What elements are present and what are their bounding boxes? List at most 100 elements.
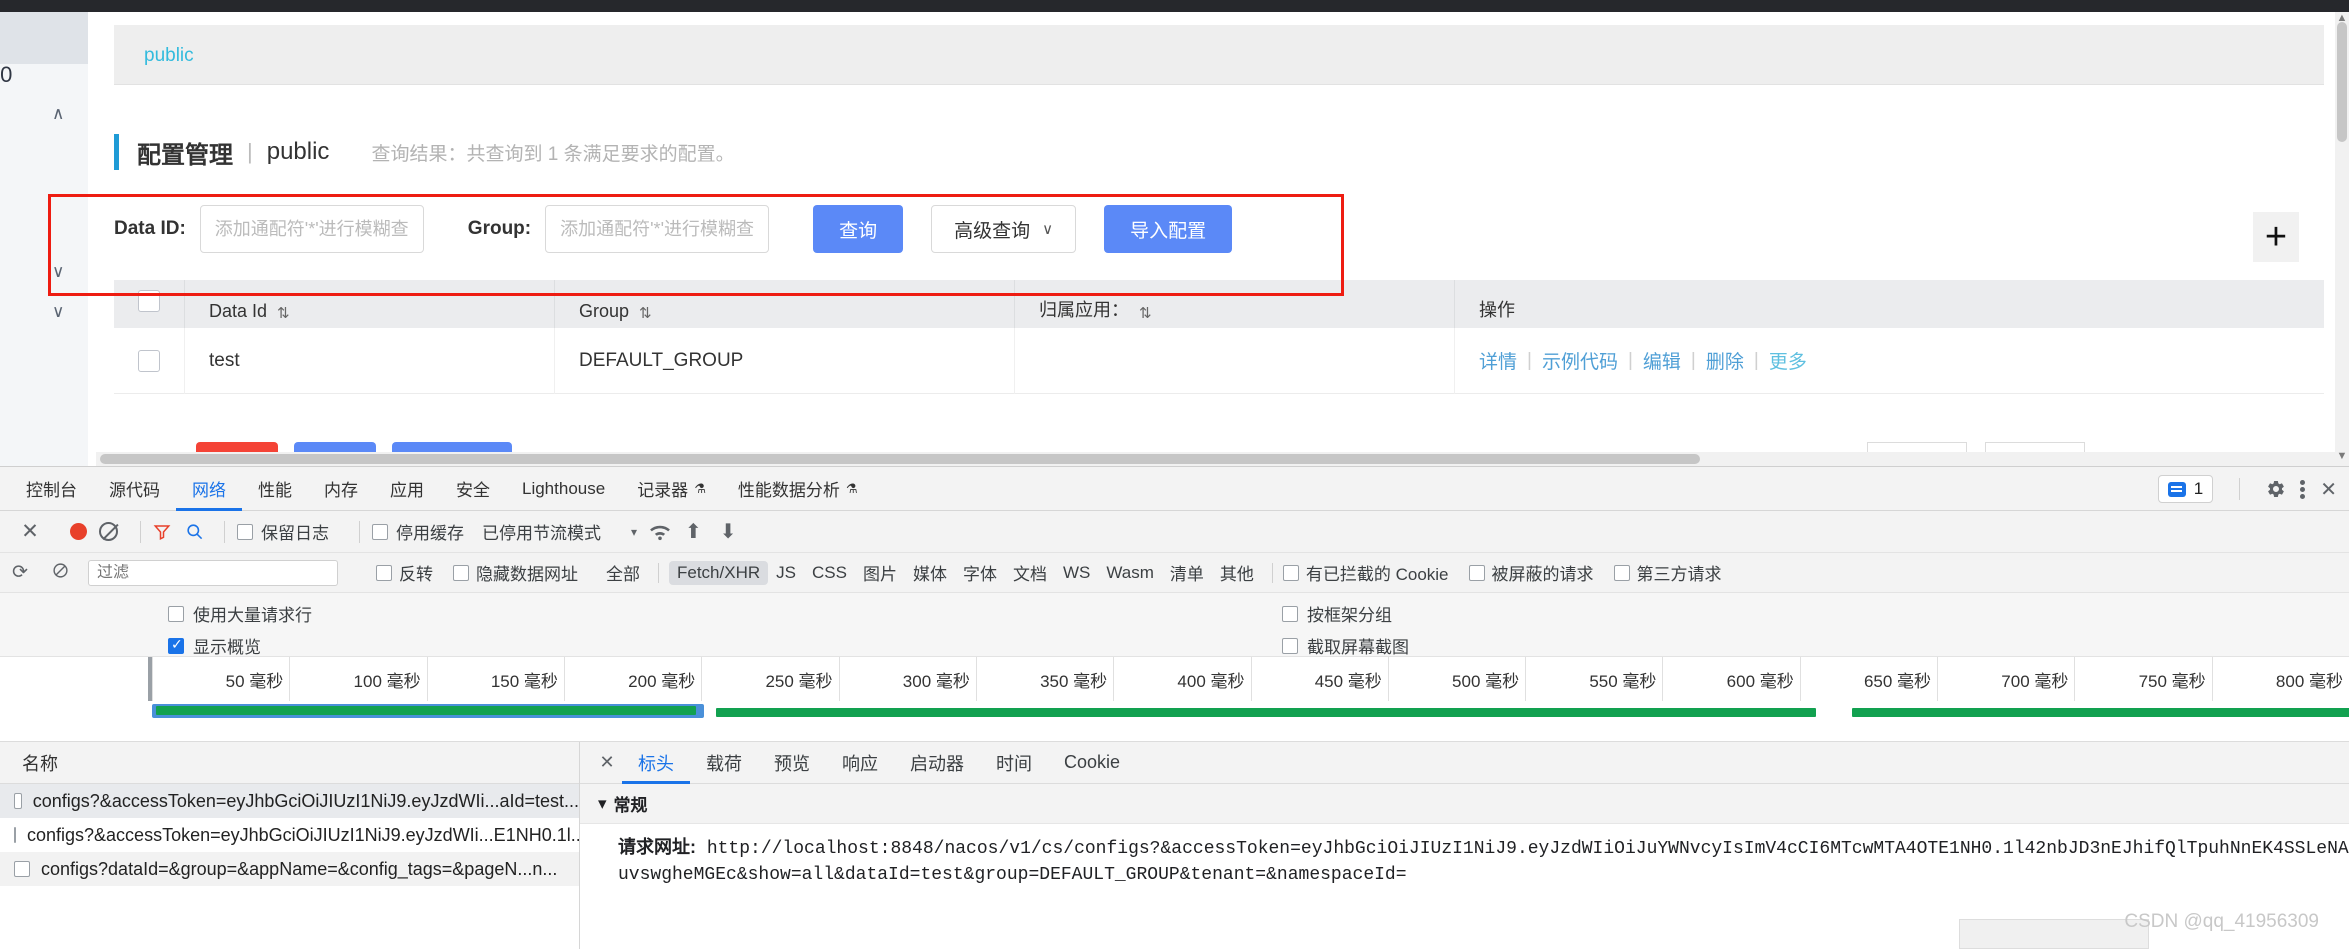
- reload-icon[interactable]: ⟳: [0, 561, 40, 584]
- throttling-select[interactable]: 已停用节流模式: [482, 519, 601, 544]
- chevron-down-icon-throttle[interactable]: ▾: [631, 525, 637, 539]
- group-input[interactable]: [560, 218, 755, 240]
- chevron-down-icon-1[interactable]: ∨: [52, 262, 64, 282]
- hide-data-urls-option[interactable]: 隐藏数据网址: [453, 560, 578, 585]
- message-count-badge[interactable]: 1: [2157, 475, 2214, 503]
- tab-network[interactable]: 网络: [176, 467, 242, 511]
- search-icon[interactable]: [185, 522, 204, 541]
- row-select-cell[interactable]: [114, 328, 184, 394]
- network-conditions-icon[interactable]: [649, 523, 671, 541]
- tab-performance[interactable]: 性能: [242, 467, 308, 511]
- dataid-input-wrap[interactable]: [199, 205, 424, 253]
- filter-type-fetch-xhr[interactable]: Fetch/XHR: [669, 560, 769, 585]
- sort-icon-group[interactable]: ⇅: [639, 304, 652, 322]
- big-request-rows-checkbox[interactable]: [168, 605, 184, 622]
- group-input-wrap[interactable]: [545, 205, 770, 253]
- advanced-query-button[interactable]: 高级查询 ∨: [931, 205, 1077, 253]
- op-sample-code-link[interactable]: 示例代码: [1542, 347, 1618, 374]
- select-all-cell[interactable]: [114, 280, 184, 328]
- request-list-header[interactable]: 名称: [0, 742, 579, 784]
- tab-preview[interactable]: 预览: [758, 742, 826, 784]
- sort-icon-app[interactable]: ⇅: [1139, 304, 1152, 322]
- gear-icon[interactable]: [2266, 479, 2286, 499]
- list-item[interactable]: configs?&accessToken=eyJhbGciOiJIUzI1NiJ…: [0, 818, 579, 852]
- hide-data-urls-checkbox[interactable]: [453, 564, 469, 581]
- show-overview-option[interactable]: 显示概览: [168, 633, 261, 658]
- filter-input[interactable]: [97, 563, 329, 582]
- tab-cookie[interactable]: Cookie: [1048, 742, 1136, 784]
- op-edit-link[interactable]: 编辑: [1643, 347, 1681, 374]
- page-horizontal-scrollbar[interactable]: [96, 452, 2335, 466]
- general-section-header[interactable]: ▾ 常规: [580, 784, 2349, 824]
- filter-type-wasm[interactable]: Wasm: [1098, 561, 1162, 585]
- select-all-checkbox[interactable]: [138, 290, 160, 312]
- tab-headers[interactable]: 标头: [622, 742, 690, 784]
- blocked-cookies-option[interactable]: 有已拦截的 Cookie: [1282, 560, 1449, 585]
- invert-option[interactable]: 反转: [376, 560, 433, 585]
- import-har-icon[interactable]: ⬆: [685, 519, 702, 544]
- vertical-scroll-thumb[interactable]: [2337, 22, 2347, 142]
- filter-type-js[interactable]: JS: [768, 561, 804, 585]
- tab-recorder[interactable]: 记录器 ⚗: [621, 467, 722, 511]
- import-config-button[interactable]: 导入配置: [1104, 205, 1233, 253]
- dataid-input[interactable]: [214, 218, 409, 240]
- capture-screenshots-option[interactable]: 截取屏幕截图: [1282, 633, 1409, 658]
- sort-icon-dataid[interactable]: ⇅: [277, 304, 290, 322]
- third-party-checkbox[interactable]: [1613, 564, 1630, 581]
- namespace-link-public[interactable]: public: [144, 45, 194, 67]
- network-overview[interactable]: 50 毫秒 100 毫秒 150 毫秒 200 毫秒 250 毫秒 300 毫秒 350 毫…: [0, 657, 2349, 742]
- more-options-icon[interactable]: [2300, 479, 2306, 499]
- filter-type-css[interactable]: CSS: [804, 561, 855, 585]
- filter-type-all[interactable]: 全部: [598, 558, 648, 587]
- close-icon[interactable]: ✕: [2320, 477, 2337, 502]
- tab-performance-insights[interactable]: 性能数据分析 ⚗: [722, 467, 874, 511]
- export-har-icon[interactable]: ⬇: [720, 519, 737, 544]
- blocked-requests-option[interactable]: 被屏蔽的请求: [1468, 560, 1594, 585]
- tab-sources[interactable]: 源代码: [93, 467, 176, 511]
- horizontal-scroll-thumb[interactable]: [100, 454, 1700, 464]
- filter-funnel-icon[interactable]: [153, 523, 171, 541]
- preserve-log-option[interactable]: 保留日志: [237, 519, 329, 544]
- clear-icon[interactable]: [99, 522, 118, 541]
- clear-network-icon[interactable]: ✕: [8, 519, 52, 544]
- filter-type-doc[interactable]: 文档: [1005, 558, 1055, 587]
- big-request-rows-option[interactable]: 使用大量请求行: [168, 601, 312, 626]
- scroll-down-arrow-icon[interactable]: ▼: [2335, 450, 2349, 466]
- show-overview-checkbox[interactable]: [168, 636, 184, 654]
- invert-checkbox[interactable]: [376, 564, 392, 581]
- search-button[interactable]: 查询: [813, 205, 904, 253]
- record-icon[interactable]: [70, 523, 87, 540]
- filter-type-ws[interactable]: WS: [1055, 561, 1098, 585]
- tab-security[interactable]: 安全: [440, 467, 506, 511]
- tab-memory[interactable]: 内存: [308, 467, 374, 511]
- clear-filter-icon[interactable]: [40, 562, 80, 584]
- column-header-dataid[interactable]: Data Id ⇅: [184, 280, 554, 328]
- filter-input-wrap[interactable]: [88, 559, 338, 586]
- disable-cache-option[interactable]: 停用缓存: [372, 519, 464, 544]
- filter-type-img[interactable]: 图片: [855, 558, 905, 587]
- op-detail-link[interactable]: 详情: [1479, 347, 1517, 374]
- op-more-link[interactable]: 更多: [1769, 347, 1807, 374]
- tab-lighthouse[interactable]: Lighthouse: [506, 467, 621, 511]
- column-header-group[interactable]: Group ⇅: [554, 280, 1014, 328]
- filter-type-font[interactable]: 字体: [955, 558, 1005, 587]
- column-header-app[interactable]: 归属应用： ⇅: [1014, 280, 1454, 328]
- tab-initiator[interactable]: 启动器: [894, 742, 980, 784]
- chevron-up-icon[interactable]: ∧: [52, 104, 64, 124]
- row-checkbox[interactable]: [138, 349, 160, 372]
- chevron-down-icon-2[interactable]: ∨: [52, 302, 64, 322]
- group-by-frame-option[interactable]: 按框架分组: [1282, 601, 1392, 626]
- list-item[interactable]: configs?dataId=&group=&appName=&config_t…: [0, 852, 579, 886]
- group-by-frame-checkbox[interactable]: [1282, 605, 1298, 622]
- tab-payload[interactable]: 载荷: [690, 742, 758, 784]
- filter-type-manifest[interactable]: 清单: [1162, 558, 1212, 587]
- page-vertical-scrollbar[interactable]: ▲ ▼: [2335, 12, 2349, 466]
- filter-type-media[interactable]: 媒体: [905, 558, 955, 587]
- preserve-log-checkbox[interactable]: [237, 523, 253, 540]
- tab-response[interactable]: 响应: [826, 742, 894, 784]
- blocked-cookies-checkbox[interactable]: [1282, 564, 1299, 581]
- request-url-value[interactable]: http://localhost:8848/nacos/v1/cs/config…: [618, 839, 2349, 885]
- blocked-requests-checkbox[interactable]: [1468, 564, 1485, 581]
- op-delete-link[interactable]: 删除: [1706, 347, 1744, 374]
- filter-type-other[interactable]: 其他: [1212, 558, 1262, 587]
